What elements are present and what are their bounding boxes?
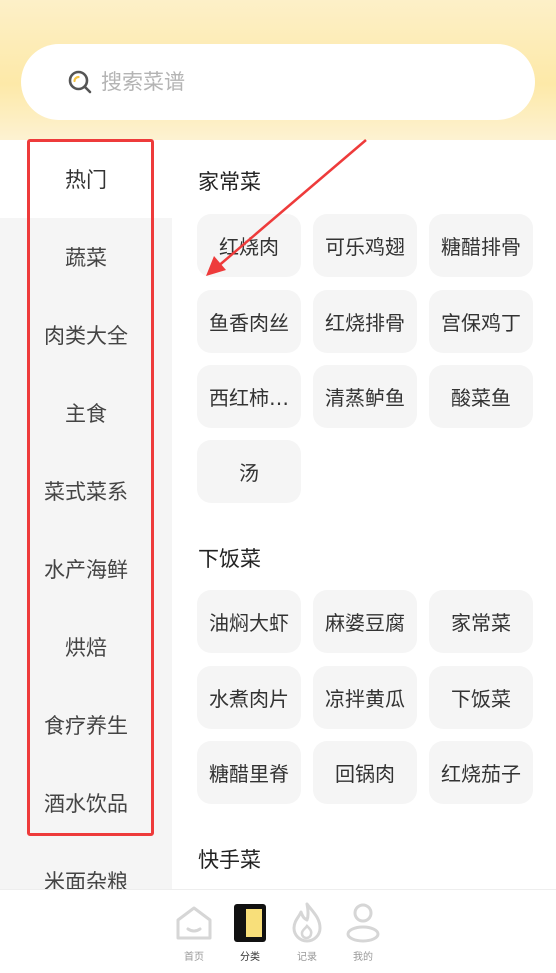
recipe-chip[interactable]: 红烧排骨 [313, 290, 417, 353]
recipe-content: 家常菜 红烧肉 可乐鸡翅 糖醋排骨 鱼香肉丝 红烧排骨 宫保鸡丁 西红柿… 清蒸… [172, 140, 556, 890]
header [0, 0, 556, 140]
recipe-chip[interactable]: 鱼香肉丝 [197, 290, 301, 353]
sidebar-item-grains[interactable]: 米面杂粮 [0, 842, 172, 890]
recipe-chip[interactable]: 糖醋里脊 [197, 741, 301, 804]
recipe-chip[interactable]: 汤 [197, 440, 301, 503]
tab-mine[interactable]: 我的 [335, 900, 391, 966]
tab-home[interactable]: 首页 [166, 900, 222, 966]
home-icon [176, 906, 212, 940]
search-bar[interactable] [21, 44, 535, 120]
recipe-chip[interactable]: 红烧肉 [197, 214, 301, 277]
recipe-chip[interactable]: 油焖大虾 [197, 590, 301, 653]
recipe-chip[interactable]: 西红柿… [197, 365, 301, 428]
recipe-chip[interactable]: 红烧茄子 [429, 741, 533, 804]
recipe-chip[interactable]: 回锅肉 [313, 741, 417, 804]
category-icon [234, 904, 266, 942]
tab-label: 我的 [353, 952, 373, 963]
tab-label: 首页 [184, 952, 204, 963]
recipe-chip[interactable]: 麻婆豆腐 [313, 590, 417, 653]
recipe-chip[interactable]: 水煮肉片 [197, 666, 301, 729]
tab-label: 记录 [297, 952, 317, 963]
user-icon [346, 903, 380, 943]
recipe-chip[interactable]: 可乐鸡翅 [313, 214, 417, 277]
recipe-chip[interactable]: 糖醋排骨 [429, 214, 533, 277]
recipe-chip[interactable]: 清蒸鲈鱼 [313, 365, 417, 428]
recipe-chip[interactable]: 宫保鸡丁 [429, 290, 533, 353]
tab-label: 分类 [240, 952, 260, 963]
recipe-chip[interactable]: 家常菜 [429, 590, 533, 653]
tab-record[interactable]: 记录 [279, 900, 335, 966]
flame-icon [292, 902, 322, 943]
recipe-chip[interactable]: 酸菜鱼 [429, 365, 533, 428]
recipe-chip[interactable]: 凉拌黄瓜 [313, 666, 417, 729]
section-title: 家常菜 [198, 170, 261, 194]
search-icon [68, 70, 92, 94]
search-input[interactable] [101, 66, 481, 98]
annotation-box [27, 139, 154, 836]
recipe-chip[interactable]: 下饭菜 [429, 666, 533, 729]
section-title: 下饭菜 [198, 547, 261, 571]
bottom-tabbar: 首页 分类 记录 我的 [0, 889, 556, 973]
section-title: 快手菜 [198, 848, 261, 872]
tab-category[interactable]: 分类 [222, 900, 278, 966]
